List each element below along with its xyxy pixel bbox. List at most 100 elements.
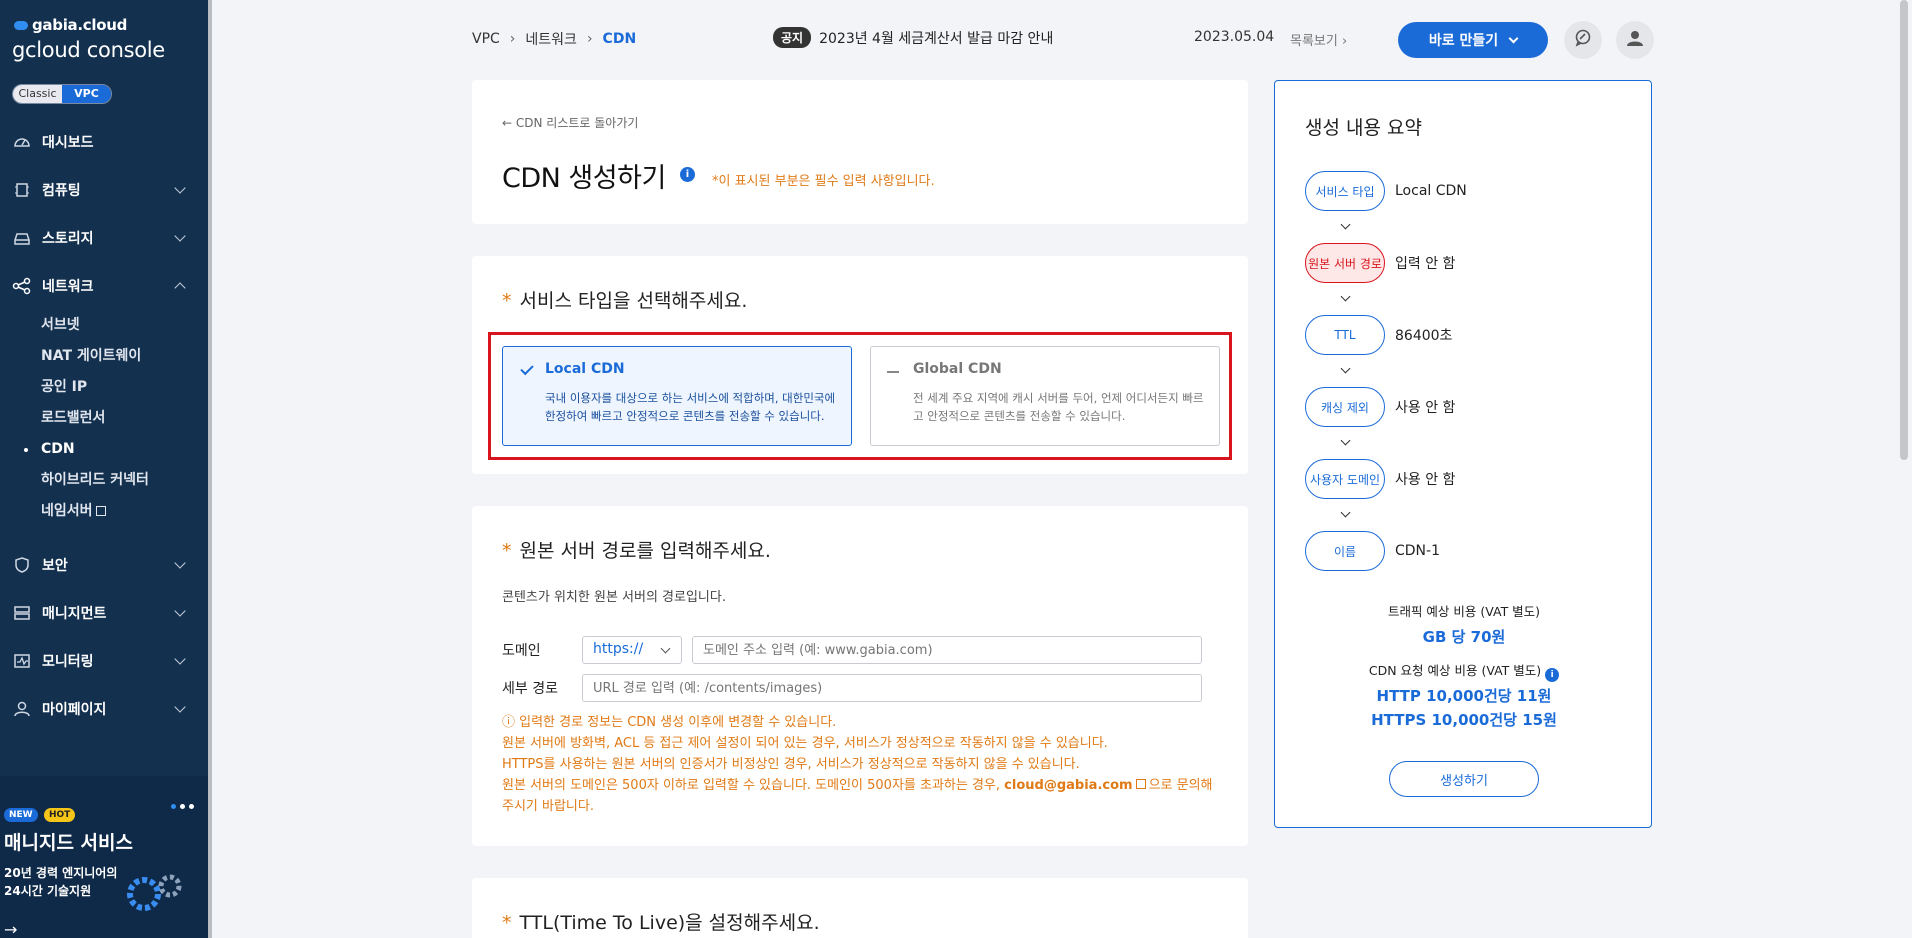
logo-gcloud-console[interactable]: gcloud console xyxy=(12,38,165,62)
service-type-card: * 서비스 타입을 선택해주세요. Local CDN 국내 이용자를 대상으로 … xyxy=(472,256,1248,474)
mode-vpc-option[interactable]: VPC xyxy=(62,85,111,103)
origin-server-card: * 원본 서버 경로를 입력해주세요. 콘텐츠가 위치한 원본 서버의 경로입니다… xyxy=(472,506,1248,846)
management-icon xyxy=(12,603,32,623)
cloud-icon xyxy=(14,21,28,30)
breadcrumb-separator: › xyxy=(586,31,593,47)
profile-button[interactable] xyxy=(1616,21,1654,59)
sidebar-item-storage[interactable]: 스토리지 xyxy=(0,214,208,262)
required-star: * xyxy=(502,290,512,312)
chevron-down-icon xyxy=(174,557,186,569)
external-link-icon xyxy=(95,506,106,516)
domain-input[interactable] xyxy=(692,636,1202,664)
summary-pill-origin[interactable]: 원본 서버 경로 xyxy=(1305,243,1385,283)
summary-value: 86400초 xyxy=(1395,328,1453,344)
chevron-down-icon xyxy=(1340,291,1351,302)
option-local-cdn[interactable]: Local CDN 국내 이용자를 대상으로 하는 서비스에 적합하며, 대한민… xyxy=(502,346,852,446)
copy-icon[interactable] xyxy=(1135,779,1146,789)
carousel-dot[interactable] xyxy=(189,804,194,809)
notice-tag: 공지 xyxy=(773,27,812,48)
summary-row: 원본 서버 경로 입력 안 함 xyxy=(1305,243,1455,283)
arrow-right-icon[interactable]: → xyxy=(4,920,17,938)
path-label: 세부 경로 xyxy=(502,681,558,697)
notice-date: 2023.05.04 xyxy=(1194,29,1275,45)
sidebar-item-load-balancer[interactable]: 로드밸런서 xyxy=(0,403,208,434)
promo-desc: 20년 경력 엔지니어의 24시간 기술지원 xyxy=(4,866,118,898)
summary-pill-user-domain[interactable]: 사용자 도메인 xyxy=(1305,459,1385,499)
quick-create-button[interactable]: 바로 만들기 xyxy=(1398,22,1548,58)
sidebar-item-subnet[interactable]: 서브넷 xyxy=(0,310,208,341)
sidebar-item-monitoring[interactable]: 모니터링 xyxy=(0,637,208,685)
sidebar-item-nameserver[interactable]: 네임서버 xyxy=(0,496,208,527)
summary-value: 입력 안 함 xyxy=(1395,256,1456,272)
sidebar-item-dashboard[interactable]: 대시보드 xyxy=(0,118,208,166)
summary-pill-cache-exclude[interactable]: 캐싱 제외 xyxy=(1305,387,1385,427)
summary-pill-service-type[interactable]: 서비스 타입 xyxy=(1305,171,1385,211)
sidebar-item-computing[interactable]: 컴퓨팅 xyxy=(0,166,208,214)
breadcrumb-cdn: CDN xyxy=(602,31,637,47)
page-title: CDN 생성하기 xyxy=(502,163,666,194)
notice-list-link[interactable]: 목록보기 › xyxy=(1290,30,1347,49)
sidebar-item-network[interactable]: 네트워크 xyxy=(0,262,208,310)
breadcrumb-network[interactable]: 네트워크 xyxy=(525,29,577,49)
chat-button[interactable] xyxy=(1564,21,1602,59)
request-cost-http: HTTP 10,000건당 11원 xyxy=(1376,687,1552,705)
mode-classic-option[interactable]: Classic xyxy=(13,85,62,103)
option-title: Local CDN xyxy=(545,361,625,377)
info-icon[interactable]: i xyxy=(1545,668,1560,682)
option-global-cdn[interactable]: Global CDN 전 세계 주요 지역에 캐시 서버를 두어, 언제 어디서… xyxy=(870,346,1220,446)
check-icon xyxy=(520,361,534,376)
sidebar-item-security[interactable]: 보안 xyxy=(0,541,208,589)
chevron-down-icon xyxy=(174,701,186,713)
summary-row: TTL 86400초 xyxy=(1305,315,1452,355)
promo-title: 매니지드 서비스 xyxy=(4,832,133,854)
chevron-down-icon xyxy=(1340,363,1351,374)
request-cost-label: CDN 요청 예상 비용 (VAT 별도) i xyxy=(1275,660,1653,682)
sidebar-item-public-ip[interactable]: 공인 IP xyxy=(0,372,208,403)
sidebar-item-hybrid-connector[interactable]: 하이브리드 커넥터 xyxy=(0,465,208,496)
chevron-down-icon xyxy=(1340,507,1351,518)
option-title: Global CDN xyxy=(913,361,1002,377)
create-button[interactable]: 생성하기 xyxy=(1389,761,1539,797)
user-icon xyxy=(12,699,32,719)
summary-row: 사용자 도메인 사용 안 함 xyxy=(1305,459,1455,499)
summary-pill-name[interactable]: 이름 xyxy=(1305,531,1385,571)
notice-banner[interactable]: 공지 2023년 4월 세금계산서 발급 마감 안내 xyxy=(773,27,1053,48)
shield-icon xyxy=(12,555,32,575)
path-input[interactable] xyxy=(582,674,1202,702)
sidebar-nav: 대시보드 컴퓨팅 스토리지 네트워크 서브넷 NAT 게이트웨이 공인 IP 로… xyxy=(0,118,208,733)
logo-gabia-cloud[interactable]: gabia.cloud xyxy=(14,16,127,34)
section-title-service-type: * 서비스 타입을 선택해주세요. xyxy=(502,290,748,312)
page-scrollbar[interactable] xyxy=(1900,0,1908,460)
carousel-dots[interactable] xyxy=(167,794,194,813)
required-star: * xyxy=(502,540,512,562)
back-to-cdn-list-link[interactable]: ← CDN 리스트로 돌아가기 xyxy=(502,114,638,131)
breadcrumb-separator: › xyxy=(509,31,516,47)
mode-toggle[interactable]: Classic VPC xyxy=(12,84,112,104)
section-title-ttl: * TTL(Time To Live)을 설정해주세요. xyxy=(502,912,820,934)
summary-row: 이름 CDN-1 xyxy=(1305,531,1440,571)
notice-text[interactable]: 2023년 4월 세금계산서 발급 마감 안내 xyxy=(819,28,1053,48)
sidebar-item-mypage[interactable]: 마이페이지 xyxy=(0,685,208,733)
chevron-down-icon xyxy=(1340,435,1351,446)
support-email-link[interactable]: cloud@gabia.com xyxy=(1004,778,1132,793)
carousel-dot[interactable] xyxy=(180,804,185,809)
summary-row: 서비스 타입 Local CDN xyxy=(1305,171,1467,211)
chevron-down-icon xyxy=(1508,33,1519,43)
sidebar-item-management[interactable]: 매니지먼트 xyxy=(0,589,208,637)
ttl-card: * TTL(Time To Live)을 설정해주세요. xyxy=(472,878,1248,938)
summary-pill-ttl[interactable]: TTL xyxy=(1305,315,1385,355)
sidebar-scrollbar[interactable] xyxy=(208,0,212,938)
new-badge: NEW xyxy=(4,808,38,822)
option-desc: 국내 이용자를 대상으로 하는 서비스에 적합하며, 대한민국에 한정하여 빠르… xyxy=(545,391,836,423)
info-icon[interactable]: i xyxy=(680,167,695,182)
storage-icon xyxy=(12,228,32,248)
option-desc: 전 세계 주요 지역에 캐시 서버를 두어, 언제 어디서든지 빠르고 안정적으… xyxy=(913,391,1204,423)
dashboard-icon xyxy=(12,132,32,152)
breadcrumb-vpc[interactable]: VPC xyxy=(472,31,500,47)
protocol-select[interactable]: https:// xyxy=(582,636,682,664)
chip-icon xyxy=(12,180,32,200)
sidebar-item-nat-gateway[interactable]: NAT 게이트웨이 xyxy=(0,341,208,372)
network-icon xyxy=(12,276,32,296)
carousel-dot[interactable] xyxy=(171,804,176,809)
sidebar-item-cdn[interactable]: CDN xyxy=(0,434,208,465)
